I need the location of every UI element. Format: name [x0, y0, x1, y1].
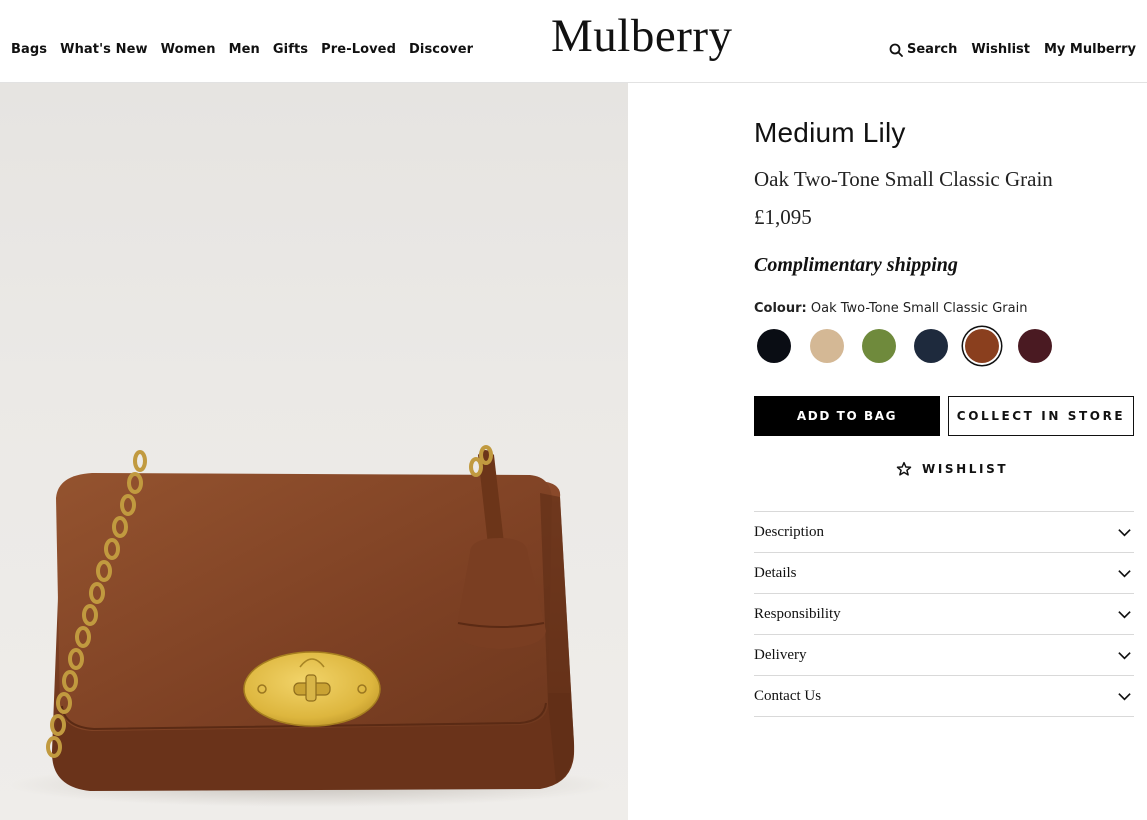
accordion-details[interactable]: Details — [754, 553, 1134, 594]
site-header: Bags What's New Women Men Gifts Pre-Love… — [0, 0, 1147, 83]
product-accordion: Description Details Responsibility Deliv… — [754, 511, 1134, 717]
nav-item-women[interactable]: Women — [161, 42, 216, 57]
wishlist-link-label: Wishlist — [971, 42, 1030, 57]
swatch-green[interactable] — [862, 329, 896, 363]
search-button[interactable]: Search — [889, 42, 957, 57]
account-link[interactable]: My Mulberry — [1044, 42, 1136, 57]
search-label: Search — [907, 42, 958, 57]
accordion-label: Contact Us — [754, 687, 822, 704]
colour-swatches — [754, 327, 1134, 367]
wishlist-link[interactable]: Wishlist — [971, 42, 1030, 57]
product-image[interactable] — [0, 83, 628, 820]
accordion-label: Description — [754, 523, 824, 540]
chevron-down-icon — [1118, 651, 1131, 660]
chevron-down-icon — [1118, 610, 1131, 619]
accordion-contact-us[interactable]: Contact Us — [754, 676, 1134, 717]
colour-selection: Colour: Oak Two-Tone Small Classic Grain — [754, 301, 1027, 316]
chevron-down-icon — [1118, 528, 1131, 537]
accordion-label: Delivery — [754, 646, 807, 663]
star-icon — [896, 461, 912, 476]
search-icon — [889, 43, 903, 57]
accordion-description[interactable]: Description — [754, 512, 1134, 553]
accordion-delivery[interactable]: Delivery — [754, 635, 1134, 676]
colour-value: Oak Two-Tone Small Classic Grain — [810, 301, 1028, 316]
chevron-down-icon — [1118, 569, 1131, 578]
colour-label: Colour: — [754, 301, 807, 316]
product-price: £1,095 — [754, 205, 812, 229]
handbag-illustration — [10, 445, 610, 807]
nav-item-pre-loved[interactable]: Pre-Loved — [321, 42, 396, 57]
brand-logo[interactable]: Mulberry — [551, 8, 733, 64]
swatch-navy[interactable] — [914, 329, 948, 363]
shipping-note: Complimentary shipping — [754, 254, 958, 276]
swatch-burgundy[interactable] — [1018, 329, 1052, 363]
accordion-label: Details — [754, 564, 797, 581]
wishlist-button-label: WISHLIST — [922, 462, 1009, 476]
wishlist-button[interactable]: WISHLIST — [896, 461, 1008, 477]
chevron-down-icon — [1118, 692, 1131, 701]
utility-nav: Search Wishlist My Mulberry — [889, 42, 1136, 57]
nav-item-bags[interactable]: Bags — [11, 42, 47, 57]
nav-item-men[interactable]: Men — [229, 42, 260, 57]
nav-item-whats-new[interactable]: What's New — [60, 42, 148, 57]
nav-item-discover[interactable]: Discover — [409, 42, 473, 57]
main-nav: Bags What's New Women Men Gifts Pre-Love… — [11, 42, 473, 57]
swatch-beige[interactable] — [810, 329, 844, 363]
accordion-responsibility[interactable]: Responsibility — [754, 594, 1134, 635]
accordion-label: Responsibility — [754, 605, 841, 622]
swatch-oak[interactable] — [965, 329, 999, 363]
account-link-label: My Mulberry — [1043, 42, 1136, 57]
collect-in-store-button[interactable]: COLLECT IN STORE — [948, 396, 1134, 436]
product-variant: Oak Two-Tone Small Classic Grain — [754, 167, 1053, 191]
product-title: Medium Lily — [754, 117, 906, 148]
nav-item-gifts[interactable]: Gifts — [273, 42, 308, 57]
add-to-bag-button[interactable]: ADD TO BAG — [754, 396, 940, 436]
swatch-black[interactable] — [757, 329, 791, 363]
